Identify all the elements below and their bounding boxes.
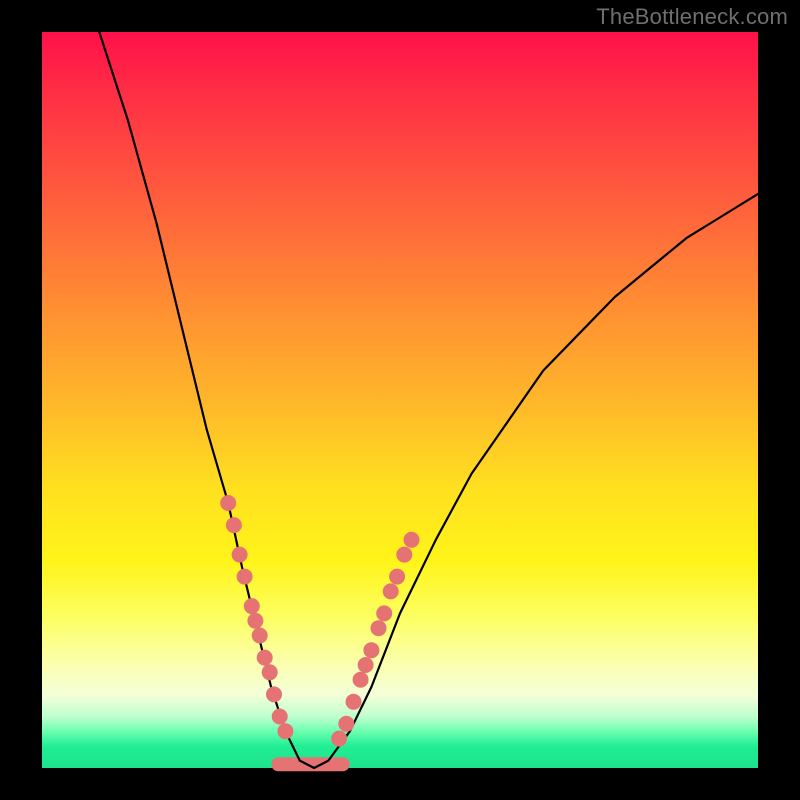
marker-dot	[226, 517, 242, 533]
marker-dot	[389, 569, 405, 585]
marker-dot	[338, 716, 354, 732]
marker-dot	[358, 657, 374, 673]
marker-dots	[220, 495, 419, 747]
marker-dot	[220, 495, 236, 511]
marker-dot	[252, 628, 268, 644]
curve-svg	[42, 32, 758, 768]
marker-dot	[262, 664, 278, 680]
marker-dot	[237, 569, 253, 585]
marker-dot	[346, 694, 362, 710]
marker-dot	[371, 620, 387, 636]
marker-dot	[404, 532, 420, 548]
marker-dot	[247, 613, 263, 629]
marker-dot	[244, 598, 260, 614]
marker-dot	[277, 723, 293, 739]
marker-dot	[272, 709, 288, 725]
plot-area	[42, 32, 758, 768]
marker-dot	[331, 731, 347, 747]
marker-dot	[232, 547, 248, 563]
marker-dot	[363, 642, 379, 658]
marker-dot	[353, 672, 369, 688]
marker-dot	[383, 583, 399, 599]
bottleneck-curve	[99, 32, 758, 768]
chart-frame: TheBottleneck.com	[0, 0, 800, 800]
marker-dot	[396, 547, 412, 563]
marker-dot	[376, 605, 392, 621]
marker-dot	[266, 686, 282, 702]
marker-dot	[257, 650, 273, 666]
watermark-text: TheBottleneck.com	[596, 4, 788, 30]
